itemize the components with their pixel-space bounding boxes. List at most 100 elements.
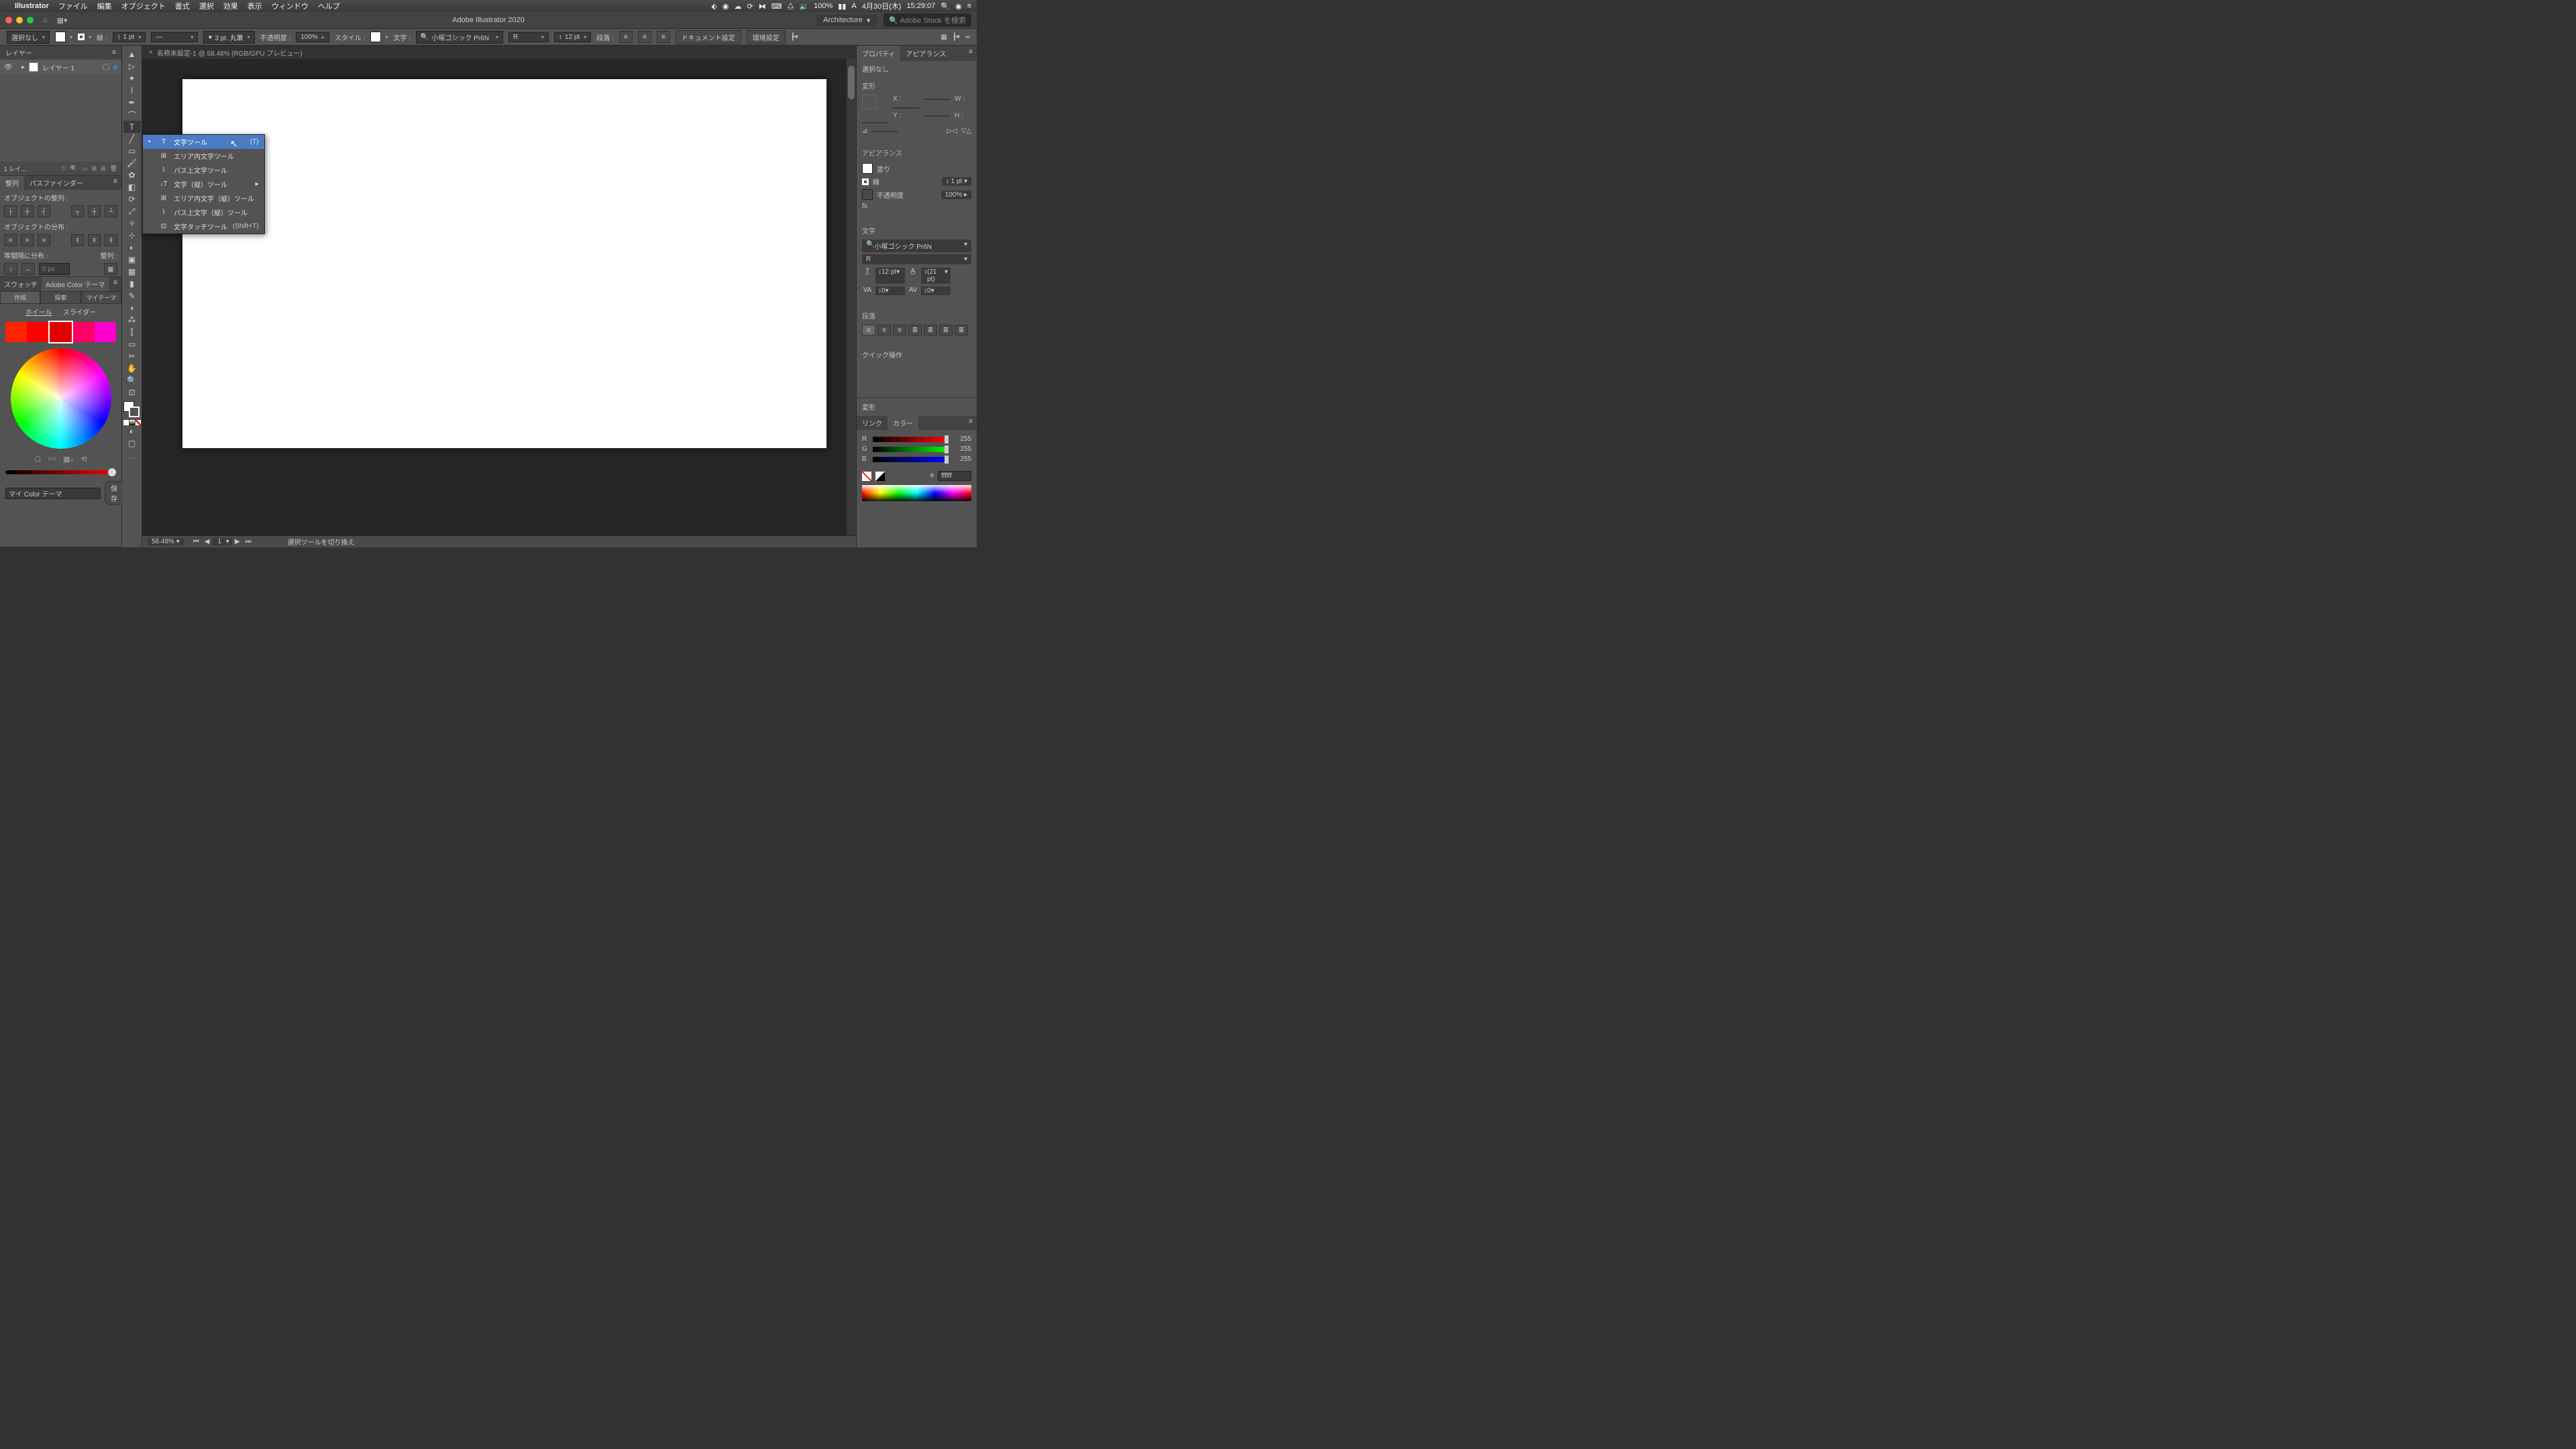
type-tool[interactable]: T — [123, 121, 141, 133]
screen-mode-icon[interactable]: ▢ — [123, 437, 141, 449]
app-menu[interactable]: Illustrator — [15, 2, 49, 10]
close-button[interactable] — [5, 17, 12, 23]
zoom-tool[interactable]: 🔍 — [123, 374, 141, 386]
subtab-explore[interactable]: 探索 — [40, 291, 80, 304]
graph-tool[interactable]: ⫿ — [123, 326, 141, 338]
flyout-area-type-tool[interactable]: ⊞エリア内文字ツール — [143, 149, 264, 163]
align-bottom-btn[interactable]: ┴ — [105, 205, 117, 217]
cloud-icon[interactable]: ☁ — [735, 2, 742, 11]
eyedropper-tool[interactable]: ✎ — [123, 290, 141, 302]
doc-setup-button[interactable]: ドキュメント設定 — [676, 30, 741, 44]
menu-object[interactable]: オブジェクト — [121, 1, 166, 11]
tab-swatch[interactable]: スウォッチ — [0, 277, 42, 291]
wheel-tab[interactable]: ホイール — [25, 307, 52, 317]
perspective-tool[interactable]: ▣ — [123, 254, 141, 266]
stroke-profile[interactable]: — — [151, 32, 198, 42]
dist-bottom-btn[interactable]: ≡ — [38, 234, 50, 246]
delete-layer-icon[interactable]: 🗑 — [110, 165, 117, 172]
para-left-btn[interactable]: ≡ — [862, 325, 875, 335]
para-justify-center-btn[interactable]: ≣ — [924, 325, 937, 335]
h-value[interactable] — [862, 122, 889, 123]
align-vcenter-btn[interactable]: ┼ — [88, 205, 101, 217]
lasso-tool[interactable]: ⌇ — [123, 85, 141, 97]
brightness-slider[interactable] — [5, 470, 116, 474]
dist-vcenter-btn[interactable]: ≡ — [21, 234, 34, 246]
subtab-create[interactable]: 作成 — [0, 291, 40, 304]
arrange-icon[interactable]: ▦▾ — [57, 16, 68, 25]
rotate-tool[interactable]: ⟳ — [123, 193, 141, 205]
style-swatch[interactable] — [370, 32, 381, 42]
panel-menu-icon[interactable]: ═ — [965, 34, 970, 41]
opacity-value[interactable]: 100% — [296, 32, 329, 42]
swatch-menu-icon[interactable]: ≡ — [109, 277, 121, 291]
stroke-swatch[interactable] — [78, 34, 85, 40]
bw-swatch[interactable] — [875, 472, 885, 481]
curvature-tool[interactable]: ⌒ — [123, 109, 141, 121]
layer-name[interactable]: レイヤー 1 — [42, 62, 74, 72]
color-mode-icons[interactable] — [123, 420, 141, 425]
leading-prop[interactable]: ↕ (21 pt)▾ — [921, 268, 951, 284]
locate-icon[interactable]: ⎋ — [62, 165, 66, 172]
home-icon[interactable]: ⌂ — [43, 16, 48, 24]
flyout-vertical-type-tool[interactable]: ↓T文字（縦）ツール▸ — [143, 177, 264, 191]
para-justify-all-btn[interactable]: ≣ — [955, 325, 968, 335]
blend-tool[interactable]: ◖ — [123, 302, 141, 314]
paintbrush-tool[interactable]: 🖌 — [123, 157, 141, 169]
w-value[interactable] — [893, 107, 920, 109]
hand-tool[interactable]: ✋ — [123, 362, 141, 374]
line-tool[interactable]: ╱ — [123, 133, 141, 145]
menu-view[interactable]: 表示 — [248, 1, 262, 11]
target-icon[interactable] — [103, 64, 109, 70]
cc-icon[interactable]: ◉ — [722, 2, 729, 11]
menu-effect[interactable]: 効果 — [223, 1, 238, 11]
pen-tool[interactable]: ✒ — [123, 97, 141, 109]
magic-wand-tool[interactable]: ✦ — [123, 72, 141, 85]
add-swatch-icon[interactable]: ▦₊ — [63, 455, 74, 464]
align-to-icon[interactable]: ┣▾ — [791, 34, 798, 41]
dist-left-btn[interactable]: ‖ — [71, 234, 84, 246]
g-value[interactable]: 255 — [953, 445, 971, 453]
search-layer-icon[interactable]: 🔍 — [70, 165, 78, 172]
reference-point[interactable] — [862, 95, 877, 109]
siri-icon[interactable]: ◉ — [955, 2, 962, 11]
notification-icon[interactable]: ≡ — [967, 2, 971, 10]
tab-color[interactable]: カラー — [888, 416, 918, 430]
space-h-btn[interactable]: ↔ — [21, 263, 35, 275]
align-right-icon[interactable]: ≡ — [657, 31, 670, 43]
expand-icon[interactable]: ▸ — [21, 64, 25, 71]
scale-tool[interactable]: ⤢ — [123, 205, 141, 217]
stock-search[interactable]: 🔍 Adobe Stock を検索 — [883, 13, 971, 27]
flyout-vertical-area-type-tool[interactable]: ⊞エリア内文字（縦）ツール — [143, 191, 264, 205]
vertical-scrollbar[interactable] — [847, 59, 856, 535]
tab-links[interactable]: リンク — [857, 416, 888, 430]
space-v-btn[interactable]: ↕ — [4, 263, 17, 275]
slice-tool[interactable]: ✂ — [123, 350, 141, 362]
b-slider[interactable] — [873, 457, 949, 462]
dist-right-btn[interactable]: ‖ — [105, 234, 117, 246]
fill-swatch[interactable] — [55, 32, 66, 42]
select-indicator[interactable] — [113, 65, 117, 69]
font-style[interactable]: R — [508, 32, 549, 42]
width-tool[interactable]: ✧ — [123, 217, 141, 229]
input-icon[interactable]: ⌨ — [771, 2, 782, 11]
dist-hcenter-btn[interactable]: ‖ — [88, 234, 101, 246]
color-menu-icon[interactable]: ≡ — [963, 416, 977, 430]
trim-view-icon[interactable]: ┣▾ — [953, 34, 960, 41]
artboard-nav[interactable]: ⏮◀1 ▾▶⏭ — [191, 538, 254, 545]
workspace-switcher[interactable]: Architecture▾ — [816, 15, 877, 26]
flip-h-icon[interactable]: ▷◁ — [947, 127, 957, 135]
free-transform-tool[interactable]: ⊹ — [123, 229, 141, 241]
menu-type[interactable]: 書式 — [175, 1, 190, 11]
align-left-icon[interactable]: ≡ — [619, 31, 633, 43]
volume-icon[interactable]: 🔉 — [799, 2, 808, 11]
b-value[interactable]: 255 — [953, 455, 971, 463]
para-center-btn[interactable]: ≡ — [877, 325, 891, 335]
tab-appearance[interactable]: アピアランス — [900, 46, 951, 61]
slider-tab[interactable]: スライダー — [63, 307, 97, 317]
mesh-tool[interactable]: ▦ — [123, 266, 141, 278]
menu-window[interactable]: ウィンドウ — [272, 1, 309, 11]
zoom-level[interactable]: 58.48% ▾ — [148, 538, 184, 545]
ime-icon[interactable]: A — [851, 2, 856, 10]
spacing-input[interactable] — [39, 263, 70, 275]
maximize-button[interactable] — [27, 17, 34, 23]
